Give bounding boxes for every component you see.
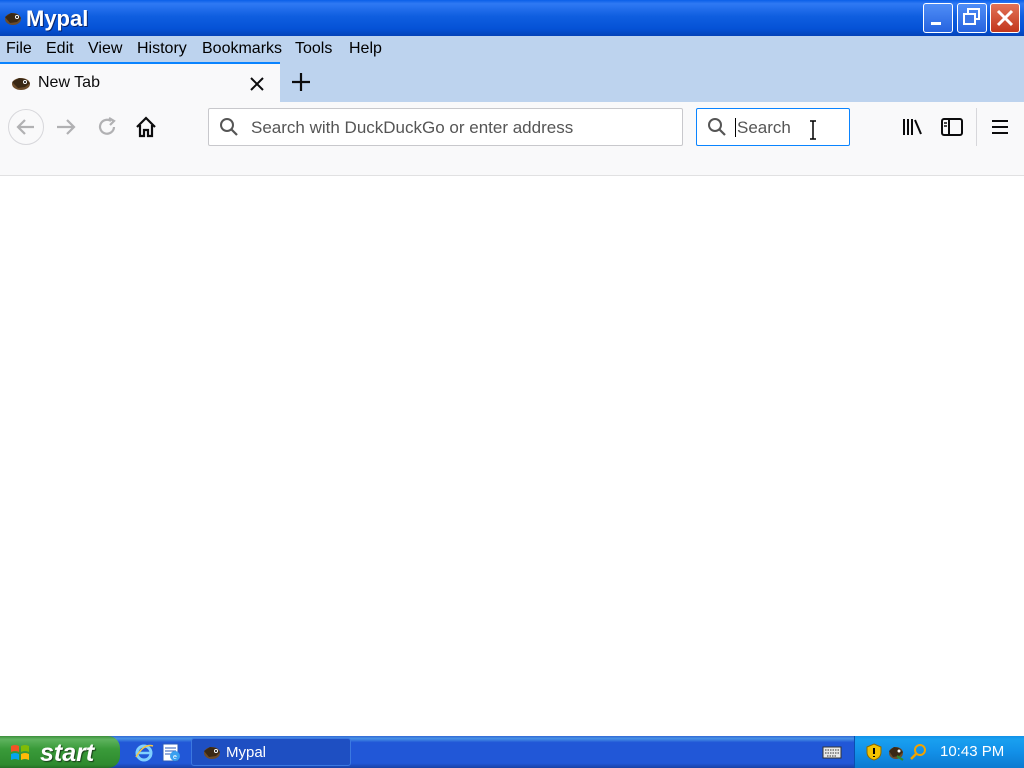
plus-icon[interactable]	[289, 70, 313, 94]
keyboard-icon[interactable]	[822, 744, 842, 760]
menu-bookmarks[interactable]: Bookmarks	[202, 40, 282, 58]
library-icon[interactable]	[899, 113, 927, 141]
tab-close-icon[interactable]	[248, 75, 266, 93]
taskbar: start e Mypal 10:43 PM	[0, 736, 1024, 768]
outlook-icon[interactable]: e	[160, 741, 182, 763]
toolbar-separator	[976, 108, 977, 146]
sidebar-icon[interactable]	[938, 113, 966, 141]
title-bar[interactable]: Mypal	[0, 0, 1024, 36]
mouse-ibeam-cursor-icon	[810, 120, 816, 140]
address-bar[interactable]	[208, 108, 683, 147]
start-label: start	[40, 739, 95, 767]
system-tray: 10:43 PM	[854, 736, 1024, 768]
tab-favicon-icon	[12, 78, 30, 90]
home-icon[interactable]	[132, 113, 160, 141]
windows-logo-icon	[11, 745, 29, 760]
forward-icon[interactable]	[52, 113, 80, 141]
close-icon	[996, 9, 1014, 27]
security-shield-icon[interactable]	[865, 743, 883, 761]
taskbar-button-label: Mypal	[226, 744, 267, 761]
back-icon	[16, 119, 34, 135]
window-title: Mypal	[26, 6, 89, 31]
menu-help[interactable]: Help	[349, 40, 382, 58]
menu-bar: File Edit View History Bookmarks Tools H…	[0, 36, 1024, 62]
address-input[interactable]	[249, 109, 673, 147]
start-button[interactable]: start	[0, 736, 120, 768]
close-button[interactable]	[990, 3, 1020, 33]
svg-text:e: e	[173, 754, 177, 761]
menu-tools[interactable]: Tools	[295, 40, 332, 58]
minimize-button[interactable]	[923, 3, 953, 33]
app-icon	[5, 13, 21, 25]
search-bar[interactable]	[696, 108, 850, 147]
tab-strip: New Tab	[0, 62, 1024, 102]
search-input[interactable]	[735, 109, 839, 147]
search-icon	[220, 118, 238, 136]
maximize-button[interactable]	[957, 3, 987, 33]
tab-new-tab[interactable]: New Tab	[0, 62, 280, 102]
page-content[interactable]	[0, 176, 1024, 736]
clock: 10:43 PM	[940, 743, 1005, 760]
search-icon	[708, 118, 726, 136]
text-caret	[735, 118, 736, 137]
minimize-icon	[931, 22, 941, 25]
menu-view[interactable]: View	[88, 40, 122, 58]
search-tray-icon[interactable]	[909, 743, 927, 761]
maximize-icon	[963, 8, 980, 25]
menu-icon[interactable]	[986, 113, 1014, 141]
taskbar-button-mypal[interactable]: Mypal	[191, 738, 351, 766]
ie-icon[interactable]	[133, 741, 155, 763]
mypal-tray-icon[interactable]	[887, 743, 905, 761]
tab-title: New Tab	[38, 74, 100, 91]
back-button[interactable]	[8, 109, 44, 145]
reload-icon[interactable]	[93, 113, 121, 141]
menu-history[interactable]: History	[137, 40, 187, 58]
menu-edit[interactable]: Edit	[46, 40, 74, 58]
app-icon	[204, 747, 220, 759]
menu-file[interactable]: File	[6, 40, 32, 58]
